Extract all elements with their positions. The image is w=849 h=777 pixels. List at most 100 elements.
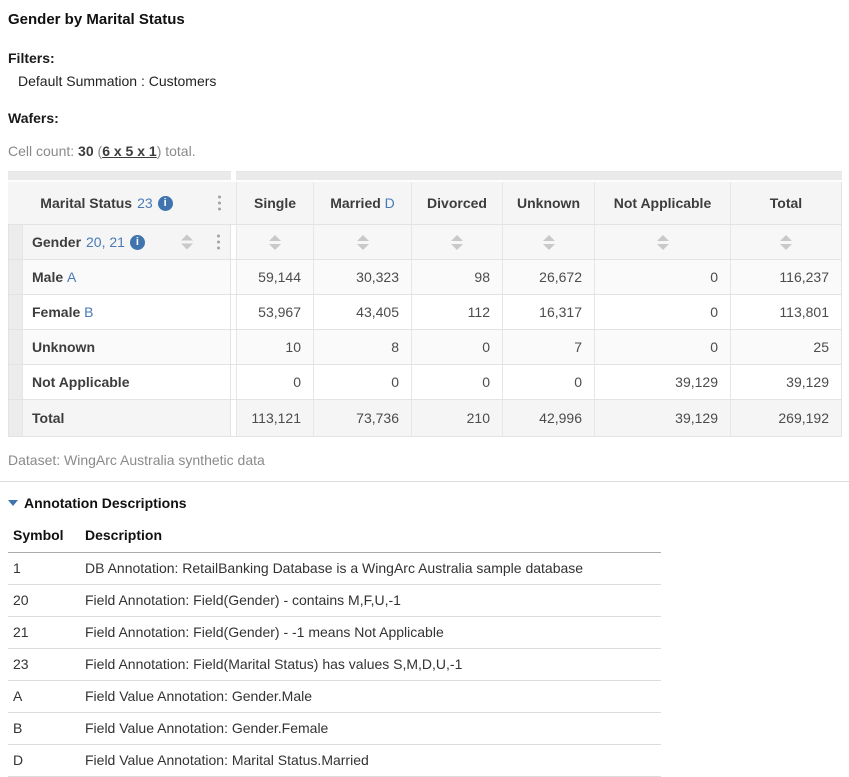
row-label-female: Female B [23, 295, 231, 330]
married-annotation-ref: D [385, 195, 395, 211]
cell-count-prefix: Cell count: [8, 143, 78, 159]
symbol-column-header: Symbol [8, 523, 80, 553]
cell-value: 210 [411, 400, 502, 437]
cell-value: 0 [411, 365, 502, 400]
annotation-description: Field Value Annotation: Marital Status.M… [80, 745, 661, 777]
sort-icon[interactable] [357, 235, 369, 250]
dataset-note: Dataset: WingArc Australia synthetic dat… [8, 452, 849, 468]
sort-icon[interactable] [181, 235, 193, 250]
annotation-section-toggle[interactable]: Annotation Descriptions [8, 495, 849, 511]
section-divider [0, 481, 849, 482]
cell-value: 0 [594, 260, 730, 295]
column-label: Unknown [517, 195, 580, 211]
row-indent-cell [8, 400, 23, 437]
annotation-descriptions-table: Symbol Description 1 DB Annotation: Reta… [8, 523, 661, 777]
cell-value: 0 [236, 365, 313, 400]
annotation-symbol: 21 [8, 617, 80, 649]
annotation-symbol: B [8, 713, 80, 745]
info-icon[interactable]: i [158, 196, 173, 211]
column-header-unknown: Unknown [502, 182, 594, 225]
table-row-not-applicable: Not Applicable 0 0 0 0 39,129 39,129 [8, 365, 842, 400]
annotation-section-title: Annotation Descriptions [24, 495, 187, 511]
table-row-total: Total 113,121 73,736 210 42,996 39,129 2… [8, 400, 842, 437]
filters-label: Filters: [8, 50, 849, 66]
sort-icon[interactable] [451, 235, 463, 250]
row-label-text: Female [32, 304, 80, 320]
sort-icon[interactable] [543, 235, 555, 250]
cell-value: 39,129 [594, 365, 730, 400]
column-label: Single [254, 195, 296, 211]
annotation-row-B: B Field Value Annotation: Gender.Female [8, 713, 661, 745]
cell-value: 7 [502, 330, 594, 365]
sort-cell-married [313, 225, 411, 260]
kebab-menu-icon[interactable] [215, 233, 222, 252]
row-indent-cell [8, 295, 23, 330]
gender-label: Gender [32, 234, 81, 250]
cell-value: 113,121 [236, 400, 313, 437]
cell-value: 26,672 [502, 260, 594, 295]
row-label-unknown: Unknown [23, 330, 231, 365]
row-label-text: Not Applicable [32, 374, 130, 390]
sort-icon[interactable] [657, 235, 669, 250]
column-header-single: Single [236, 182, 313, 225]
annotation-row-21: 21 Field Annotation: Field(Gender) - -1 … [8, 617, 661, 649]
annotation-row-D: D Field Value Annotation: Marital Status… [8, 745, 661, 777]
table-top-strip [8, 171, 842, 182]
cell-value: 269,192 [730, 400, 842, 437]
sort-cell-divorced [411, 225, 502, 260]
sort-icon[interactable] [269, 235, 281, 250]
cell-value: 0 [594, 330, 730, 365]
cell-dimensions-link[interactable]: 6 x 5 x 1 [102, 143, 157, 159]
report-page: Gender by Marital Status Filters: Defaul… [0, 0, 849, 777]
top-strip-right [236, 171, 842, 182]
collapse-triangle-icon [8, 500, 18, 506]
filter-value: Default Summation : Customers [8, 73, 849, 89]
marital-status-label: Marital Status [40, 195, 132, 211]
description-column-header: Description [80, 523, 661, 553]
cell-value: 116,237 [730, 260, 842, 295]
table-row-unknown: Unknown 10 8 0 7 0 25 [8, 330, 842, 365]
gender-header-cell: Gender 20, 21 i [23, 225, 231, 260]
page-title: Gender by Marital Status [8, 10, 849, 29]
cell-value: 112 [411, 295, 502, 330]
cell-value: 39,129 [730, 365, 842, 400]
annotation-row-1: 1 DB Annotation: RetailBanking Database … [8, 553, 661, 585]
annotation-row-23: 23 Field Annotation: Field(Marital Statu… [8, 649, 661, 681]
row-indent-cell [8, 330, 23, 365]
female-annotation-ref: B [84, 304, 93, 320]
info-icon[interactable]: i [130, 235, 145, 250]
column-label: Divorced [427, 195, 487, 211]
cell-value: 8 [313, 330, 411, 365]
gender-dimension-row: Gender 20, 21 i [8, 225, 842, 260]
cell-value: 53,967 [236, 295, 313, 330]
cell-count-value: 30 [78, 143, 94, 159]
column-label: Not Applicable [614, 195, 712, 211]
column-label: Married [330, 195, 381, 211]
annotation-description: Field Annotation: Field(Gender) - -1 mea… [80, 617, 661, 649]
marital-status-annotation-ref: 23 [137, 195, 153, 211]
cell-value: 30,323 [313, 260, 411, 295]
annotation-symbol: A [8, 681, 80, 713]
cell-value: 73,736 [313, 400, 411, 437]
annotation-symbol: 20 [8, 585, 80, 617]
sort-cell-not-applicable [594, 225, 730, 260]
cell-value: 98 [411, 260, 502, 295]
marital-status-header-cell: Marital Status 23 i [8, 182, 231, 225]
kebab-menu-icon[interactable] [216, 194, 223, 213]
cell-value: 43,405 [313, 295, 411, 330]
annotation-description: Field Value Annotation: Gender.Female [80, 713, 661, 745]
gender-annotation-ref: 20, 21 [86, 234, 125, 250]
cell-value: 16,317 [502, 295, 594, 330]
column-header-row: Marital Status 23 i Single Married D Div… [8, 182, 842, 225]
sort-icon[interactable] [780, 235, 792, 250]
annotation-symbol: 1 [8, 553, 80, 585]
row-indent-cell [8, 260, 23, 295]
sort-cell-unknown [502, 225, 594, 260]
cell-value: 10 [236, 330, 313, 365]
column-header-divorced: Divorced [411, 182, 502, 225]
row-label-total: Total [23, 400, 231, 437]
row-label-text: Total [32, 410, 64, 426]
column-label: Total [770, 195, 802, 211]
wafer-pivot-table: Marital Status 23 i Single Married D Div… [8, 171, 842, 437]
cell-value: 25 [730, 330, 842, 365]
